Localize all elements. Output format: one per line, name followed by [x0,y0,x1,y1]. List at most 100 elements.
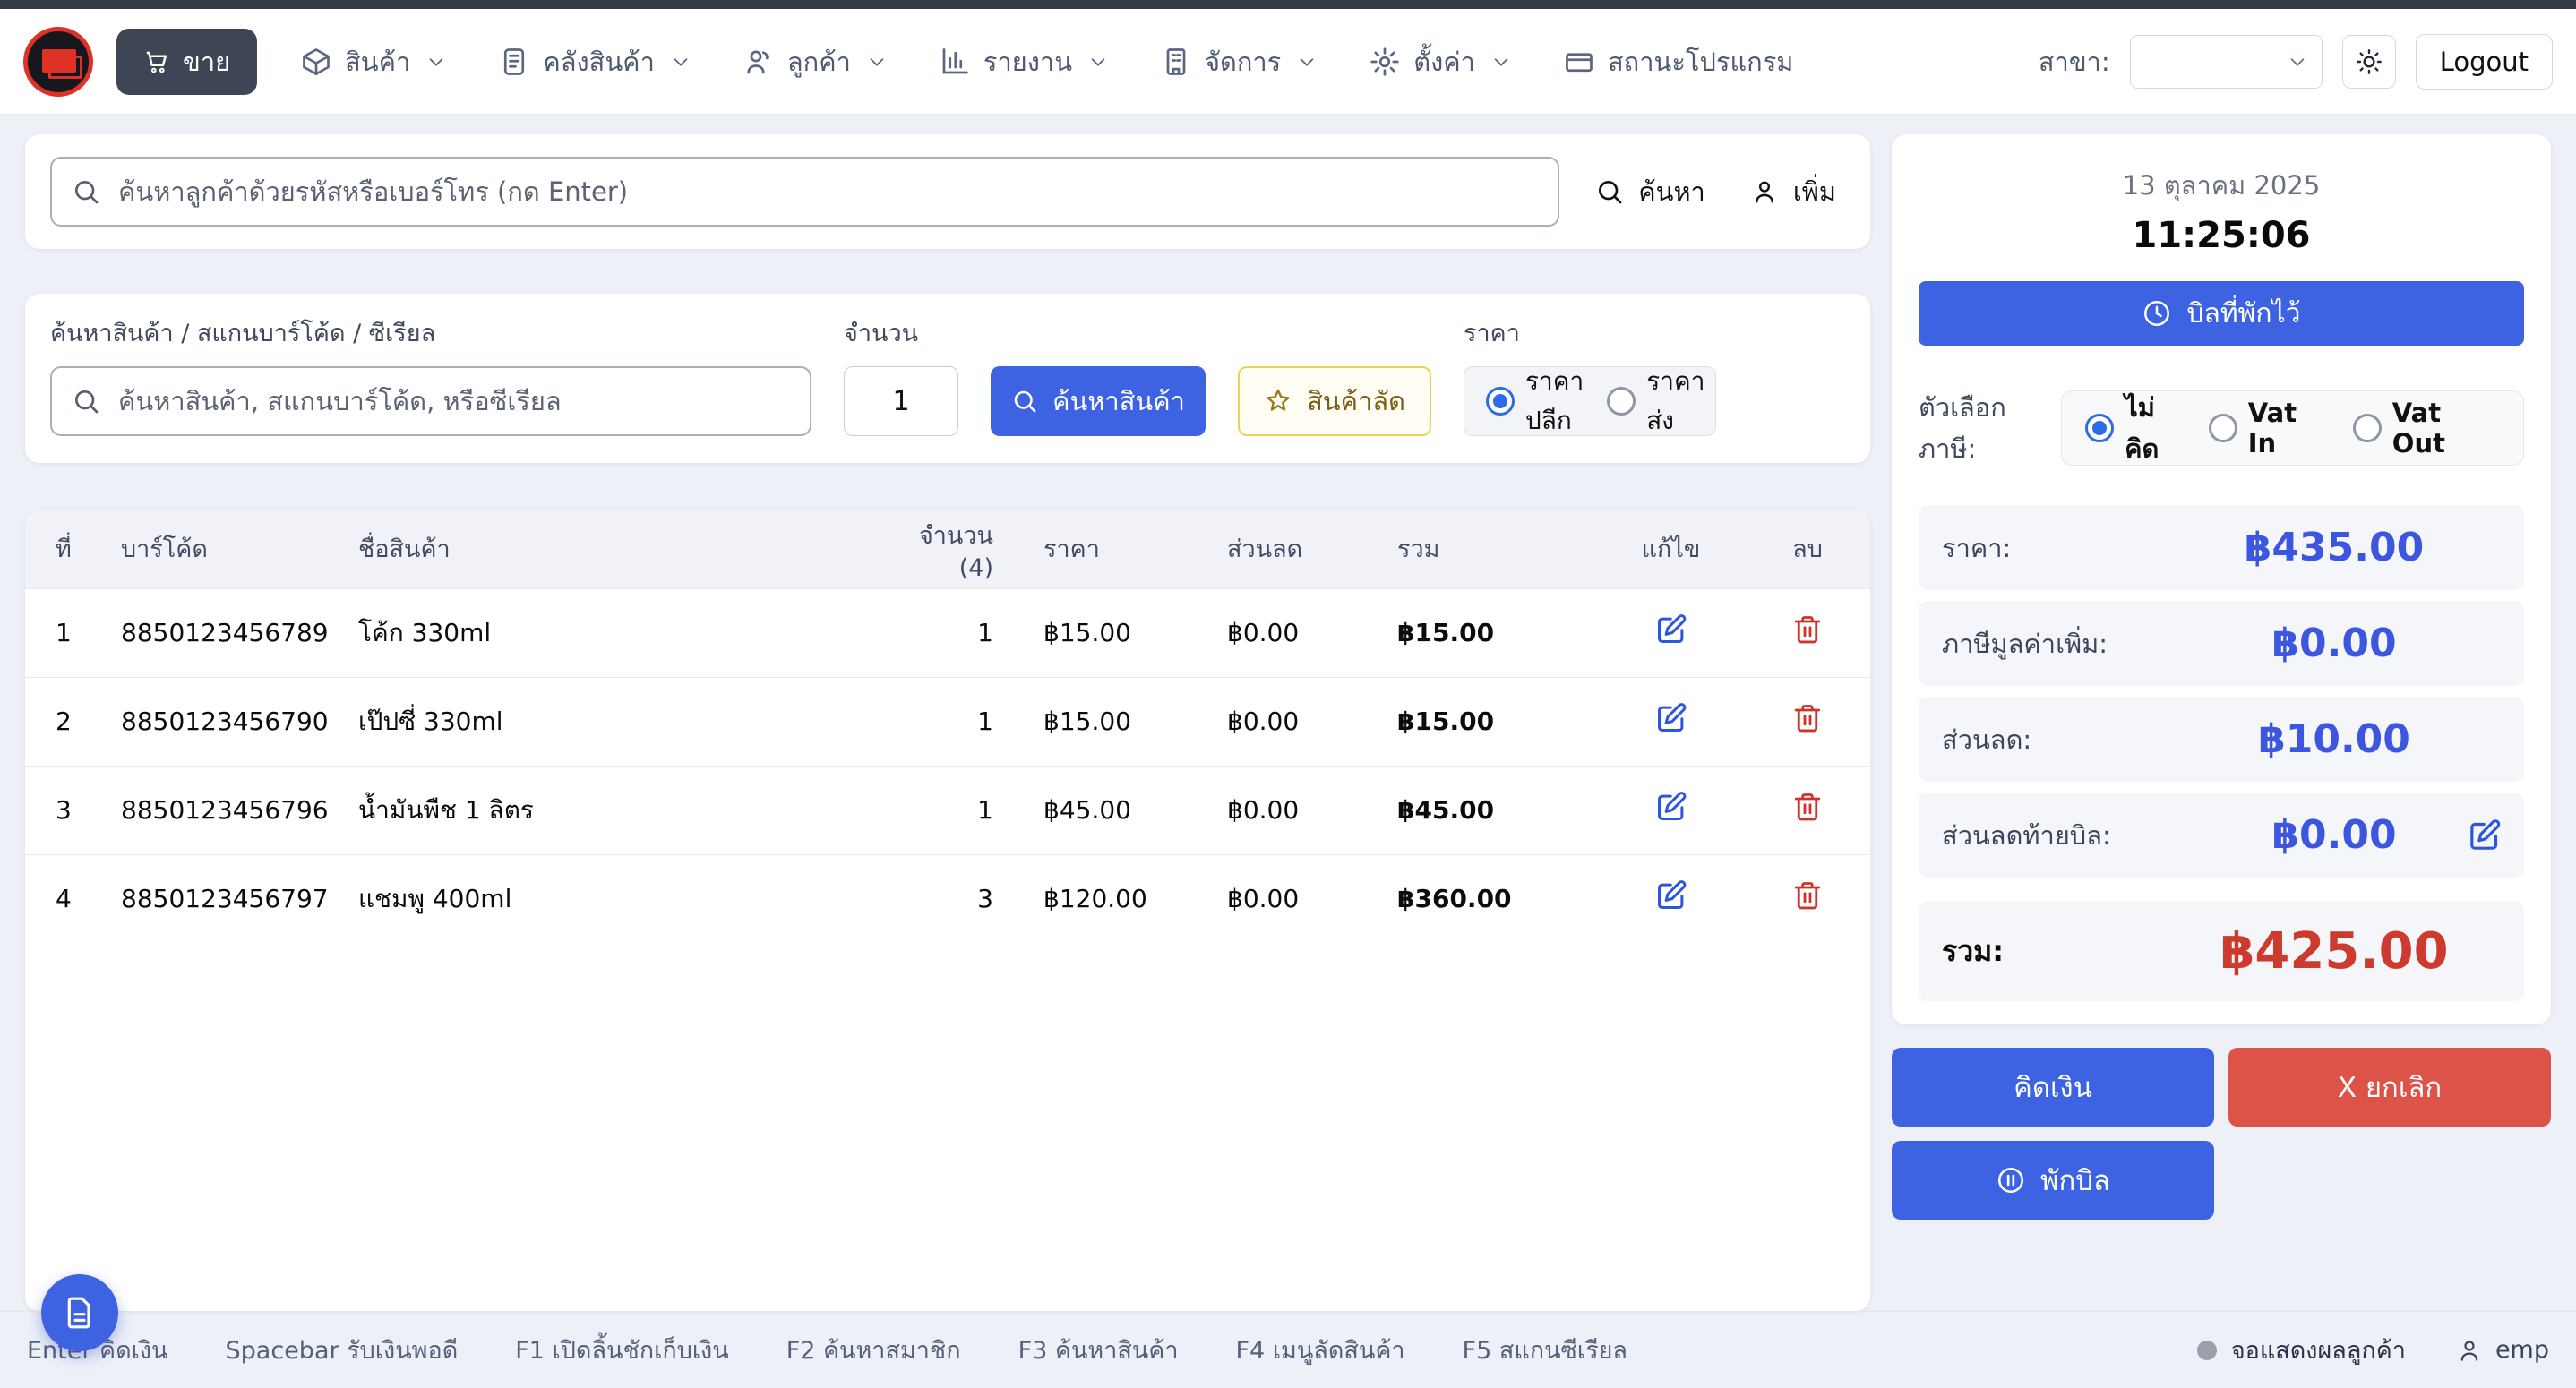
radio-label: ราคาปลีก [1525,362,1584,441]
customer-display-link[interactable]: จอแสดงผลลูกค้า [2197,1331,2406,1369]
edit-row-icon[interactable] [1654,613,1688,647]
nav-item-customers[interactable]: ลูกค้า [743,41,887,82]
nav-item-label: รายงาน [983,41,1072,82]
cell-price: ฿15.00 [1033,677,1216,766]
delete-row-icon[interactable] [1791,879,1824,912]
logged-in-user[interactable]: emp [2456,1336,2549,1364]
person-icon [1750,177,1779,206]
cell-price: ฿15.00 [1033,588,1216,677]
clock-icon [2142,298,2172,329]
cell-discount: ฿0.00 [1216,854,1387,943]
radio-no-vat[interactable]: ไม่คิด [2085,387,2187,469]
cancel-button-label: X ยกเลิก [2338,1065,2442,1110]
footer: Enter คิดเงิน Spacebar รับเงินพอดี F1 เป… [0,1311,2576,1388]
table-row: 1 8850123456789 โค้ก 330ml 1 ฿15.00 ฿0.0… [25,588,1870,677]
header-qty: จำนวน (4) [885,510,1033,588]
chevron-down-icon [2288,52,2307,72]
building-icon [1160,46,1192,78]
cancel-button[interactable]: X ยกเลิก [2228,1048,2551,1127]
cell-total: ฿45.00 [1387,766,1597,854]
customer-search-button[interactable]: ค้นหา [1586,171,1714,212]
product-search-button-label: ค้นหาสินค้า [1052,381,1185,422]
product-search-input[interactable] [50,366,811,436]
summary-value: ฿0.00 [2168,812,2501,858]
logout-button[interactable]: Logout [2416,34,2553,90]
edit-row-icon[interactable] [1654,878,1688,912]
held-bills-button[interactable]: บิลที่พักไว้ [1919,281,2524,346]
product-search-button[interactable]: ค้นหาสินค้า [991,366,1206,436]
nav-item-manage[interactable]: จัดการ [1160,41,1317,82]
chevron-down-icon [426,52,446,72]
checkout-button[interactable]: คิดเงิน [1892,1048,2214,1127]
quantity-input[interactable] [844,366,958,436]
pause-icon [1996,1165,2026,1195]
cell-qty: 1 [885,677,1033,766]
username-label: emp [2495,1336,2549,1364]
delete-row-icon[interactable] [1791,702,1824,734]
tax-option-box: ไม่คิด Vat In Vat Out [2061,390,2524,466]
nav-item-inventory[interactable]: คลังสินค้า [498,41,691,82]
nav-item-sale[interactable]: ขาย [116,29,257,95]
cart-items-card: ที่ บาร์โค้ด ชื่อสินค้า จำนวน (4) ราคา ส… [25,510,1870,1311]
radio-icon [1486,387,1515,416]
branch-select[interactable] [2130,35,2323,89]
summary-row-bill-discount: ส่วนลดท้ายบิล: ฿0.00 [1919,793,2524,878]
tax-option-row: ตัวเลือกภาษี: ไม่คิด Vat In Vat Out [1919,387,2524,469]
cell-name: น้ำมันพืช 1 ลิตร [348,766,885,854]
nav-item-products[interactable]: สินค้า [300,41,446,82]
product-search-wrap [50,366,811,436]
theme-toggle-button[interactable] [2342,35,2396,89]
chart-icon [939,46,971,78]
add-customer-button[interactable]: เพิ่ม [1741,171,1845,212]
header-name: ชื่อสินค้า [348,510,885,588]
nav-item-settings[interactable]: ตั้งค่า [1369,41,1511,82]
nav-item-reports[interactable]: รายงาน [939,41,1108,82]
delete-row-icon[interactable] [1791,791,1824,823]
radio-icon [1607,387,1636,416]
cell-total: ฿15.00 [1387,588,1597,677]
nav-item-label: คลังสินค้า [543,41,655,82]
summary-row-discount: ส่วนลด: ฿10.00 [1919,697,2524,782]
header-delete: ลบ [1745,510,1870,588]
search-icon [72,387,100,416]
radio-vat-out[interactable]: Vat Out [2353,398,2500,458]
radio-retail-price[interactable]: ราคาปลีก [1486,362,1584,441]
customer-search-input[interactable] [50,157,1559,227]
cell-price: ฿120.00 [1033,854,1216,943]
cell-barcode: 8850123456790 [110,677,348,766]
cell-name: แชมพู 400ml [348,854,885,943]
gear-icon [1369,46,1401,78]
nav-item-program-status[interactable]: สถานะโปรแกรม [1563,41,1793,82]
cell-no: 2 [25,677,110,766]
header-no: ที่ [25,510,110,588]
radio-vat-in[interactable]: Vat In [2209,398,2331,458]
person-icon [2456,1337,2483,1364]
quick-products-button[interactable]: สินค้าลัด [1238,366,1431,436]
cart-icon [143,48,170,75]
quick-products-button-label: สินค้าลัด [1307,381,1405,422]
top-strip [0,0,2576,9]
floating-document-button[interactable] [41,1274,118,1351]
nav-menu: สินค้า คลังสินค้า ลูกค้า รายงาน จัดการ ต… [300,41,1793,82]
box-icon [300,46,332,78]
radio-wholesale-price[interactable]: ราคาส่ง [1607,362,1704,441]
table-row: 4 8850123456797 แชมพู 400ml 3 ฿120.00 ฿0… [25,854,1870,943]
edit-row-icon[interactable] [1654,701,1688,735]
edit-row-icon[interactable] [1654,790,1688,824]
hold-bill-button[interactable]: พักบิล [1892,1141,2214,1220]
chevron-down-icon [671,52,691,72]
cell-qty: 1 [885,588,1033,677]
cell-barcode: 8850123456797 [110,854,348,943]
delete-row-icon[interactable] [1791,613,1824,646]
cell-barcode: 8850123456789 [110,588,348,677]
logo-shape [42,49,76,73]
bill-summary-card: 13 ตุลาคม 2025 11:25:06 บิลที่พักไว้ ตัว… [1892,134,2551,1024]
edit-bill-discount-icon[interactable] [2467,818,2503,853]
cell-name: เป๊ปซี่ 330ml [348,677,885,766]
radio-icon [2209,414,2237,442]
chevron-down-icon [1088,52,1108,72]
main-area: ค้นหา เพิ่ม ค้นหาสินค้า / สแกนบาร์โค้ด /… [0,115,2576,1311]
nav-item-label: ตั้งค่า [1413,41,1475,82]
cell-discount: ฿0.00 [1216,766,1387,854]
nav-item-label: จัดการ [1205,41,1281,82]
